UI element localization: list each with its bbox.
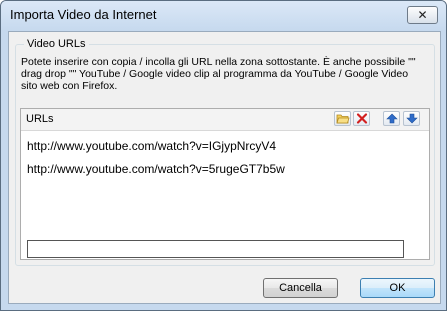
close-button[interactable]: ✕ (407, 6, 438, 24)
move-up-icon (386, 113, 398, 124)
url-list-item[interactable]: http://www.youtube.com/watch?v=IGjypNrcy… (27, 139, 276, 153)
delete-url-button[interactable] (353, 111, 370, 126)
dialog-window: Importa Video da Internet ✕ Video URLs P… (0, 0, 447, 311)
move-down-icon (406, 113, 418, 124)
ok-button[interactable]: OK (360, 278, 435, 298)
delete-icon (356, 113, 368, 124)
urls-header-label: URLs (26, 113, 54, 125)
open-folder-icon (336, 114, 350, 124)
instructions-line: Potete inserire con copia / incolla gli … (21, 56, 416, 68)
open-folder-button[interactable] (334, 111, 351, 126)
cancel-button[interactable]: Cancella (263, 278, 338, 298)
group-legend: Video URLs (24, 38, 89, 50)
title-bar[interactable]: Importa Video da Internet ✕ (1, 1, 446, 31)
instructions-line: sito web con Firefox. (21, 80, 118, 92)
move-up-button[interactable] (383, 111, 400, 126)
dialog-body: Video URLs Potete inserire con copia / i… (8, 31, 441, 304)
move-down-button[interactable] (403, 111, 420, 126)
urls-header: URLs (21, 109, 429, 131)
new-url-input[interactable] (27, 240, 404, 258)
urls-panel: URLs http://www.youtube.com/watch?v=IGjy… (20, 108, 430, 260)
window-title: Importa Video da Internet (10, 7, 157, 22)
video-urls-group: Video URLs Potete inserire con copia / i… (15, 38, 435, 266)
instructions-text: Potete inserire con copia / incolla gli … (21, 56, 431, 92)
url-list-item[interactable]: http://www.youtube.com/watch?v=5rugeGT7b… (27, 162, 285, 176)
instructions-line: drag drop "" YouTube / Google video clip… (21, 68, 409, 80)
